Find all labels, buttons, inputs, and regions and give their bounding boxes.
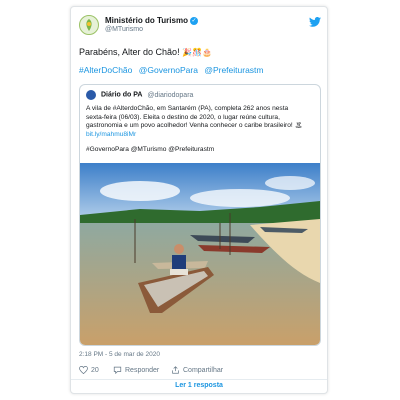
share-icon	[172, 366, 179, 374]
author-handle[interactable]: @MTurismo	[105, 26, 143, 33]
tweet-emojis: 🎉🎊🎂	[182, 48, 212, 57]
quoted-author-name: Diário do PA	[100, 91, 143, 99]
quoted-text: A vila de #AlterdoChão, em Santarém (PA)…	[86, 105, 318, 139]
tweet-card: Ministério do Turismo ✓ @MTurismo Parabén…	[70, 6, 328, 394]
quoted-text-line: A vila de #AlterdoChão, em Santarém (PA)…	[86, 105, 289, 112]
share-button[interactable]: Compartilhar	[171, 366, 223, 374]
reply-icon	[113, 366, 122, 374]
tweet-hashtags: #AlterDoChão @GovernoPara @Prefeiturastm	[79, 65, 268, 75]
twitter-bird-icon[interactable]	[309, 17, 321, 27]
author-name-row[interactable]: Ministério do Turismo ✓	[105, 16, 198, 25]
tweet-timestamp[interactable]: 2:18 PM - 5 de mar de 2020	[79, 351, 160, 358]
author-name[interactable]: Ministério do Turismo	[105, 16, 188, 25]
like-count: 20	[91, 366, 99, 374]
mention-link[interactable]: @Prefeiturastm	[204, 65, 263, 75]
quoted-link[interactable]: bit.ly/mahmu8iMr	[86, 131, 318, 140]
like-button[interactable]: 20	[79, 366, 99, 374]
read-replies-link[interactable]: Ler 1 resposta	[71, 382, 327, 389]
reply-label: Responder	[125, 366, 160, 374]
quoted-tweet[interactable]: Diário do PA @diariodopara A vila de #Al…	[79, 84, 321, 346]
verified-icon: ✓	[189, 16, 198, 25]
tweet-text: Parabéns, Alter do Chão! 🎉🎊🎂	[79, 47, 212, 57]
ministry-logo-icon	[86, 19, 92, 31]
reply-button[interactable]: Responder	[113, 366, 159, 374]
quoted-avatar	[86, 90, 96, 100]
quoted-header: Diário do PA @diariodopara	[86, 90, 193, 102]
quoted-author-handle: @diariodopara	[147, 91, 194, 99]
mention-link[interactable]: @GovernoPara	[139, 65, 198, 75]
tweet-actions: 20 Responder Compartilhar	[79, 366, 321, 378]
quoted-photo[interactable]	[80, 163, 320, 345]
quoted-tags: #GovernoPara @MTurismo @Prefeiturastm	[86, 146, 215, 153]
share-label: Compartilhar	[183, 366, 224, 374]
tweet-text-content: Parabéns, Alter do Chão!	[79, 47, 180, 57]
author-avatar[interactable]	[79, 15, 99, 35]
quoted-text-line: sexta-feira (06/03). Eleita o destino de…	[86, 113, 280, 121]
quoted-text-line: gastronomia e um povo acolhedor! Venha c…	[86, 122, 303, 129]
tweet-header: Ministério do Turismo ✓ @MTurismo	[79, 15, 321, 37]
heart-icon	[79, 366, 88, 374]
hashtag-link[interactable]: #AlterDoChão	[79, 65, 132, 75]
divider	[71, 379, 327, 380]
